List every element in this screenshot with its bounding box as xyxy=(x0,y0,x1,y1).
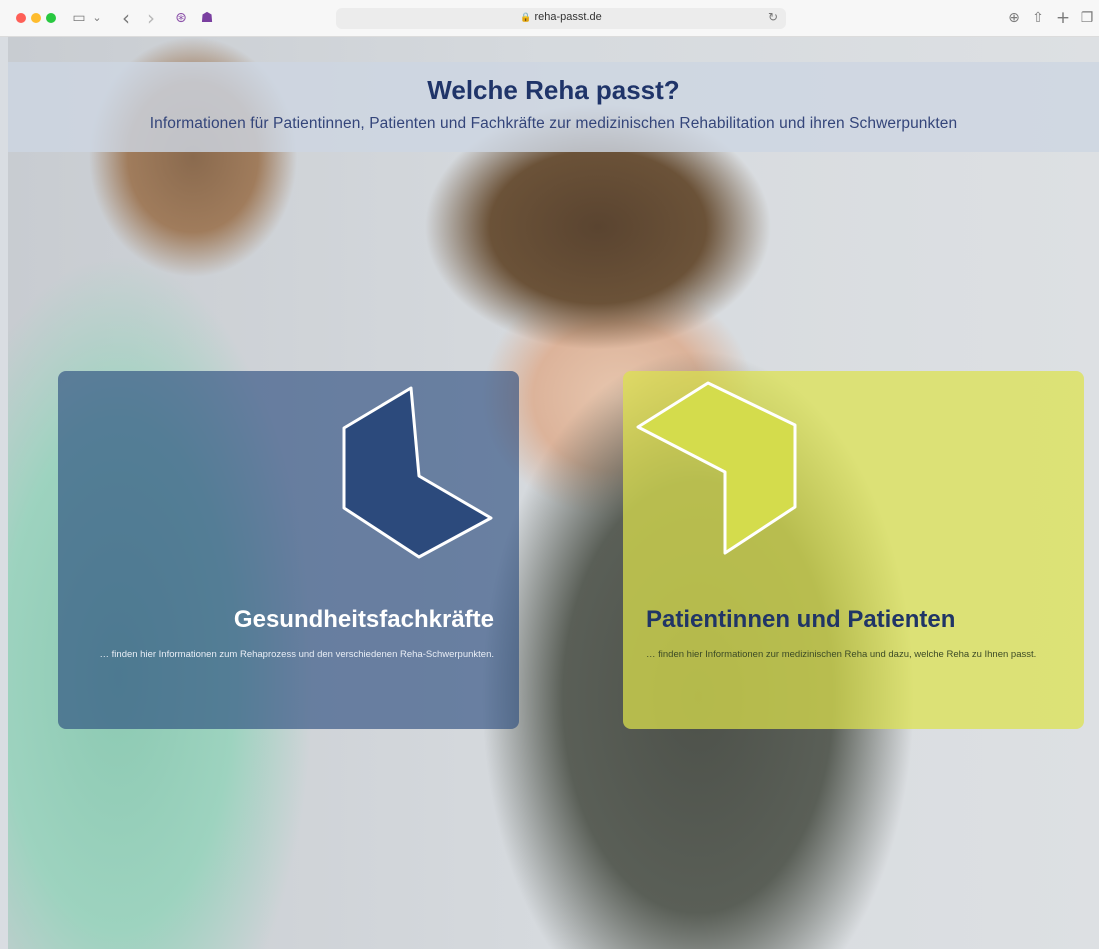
share-icon[interactable]: ⇧ xyxy=(1030,9,1046,27)
address-bar[interactable]: 🔒 reha-passt.de ↻ xyxy=(336,8,786,29)
header-banner: Welche Reha passt? Informationen für Pat… xyxy=(8,62,1099,152)
logo-yellow-icon xyxy=(636,381,797,555)
browser-toolbar: ▭ ⌄ ‹ › ⊛ ☗ 🔒 reha-passt.de ↻ ⊕ ⇧ + ❐ xyxy=(0,0,1099,37)
back-icon[interactable]: ‹ xyxy=(119,8,133,28)
minimize-window-button[interactable] xyxy=(31,13,41,23)
forward-icon[interactable]: › xyxy=(144,8,158,28)
page-content: Welche Reha passt? Informationen für Pat… xyxy=(8,37,1099,949)
url-text: reha-passt.de xyxy=(534,11,602,23)
zoom-window-button[interactable] xyxy=(46,13,56,23)
sidebar-icon[interactable]: ▭ xyxy=(70,9,88,27)
card-title-patients: Patientinnen und Patienten xyxy=(646,606,956,633)
extension-icon[interactable]: ⊛ xyxy=(172,9,190,27)
card-desc-patients: … finden hier Informationen zur medizini… xyxy=(646,649,1037,660)
new-tab-icon[interactable]: + xyxy=(1055,9,1071,27)
card-patients[interactable]: Patientinnen und Patienten … finden hier… xyxy=(623,371,1084,729)
card-professionals[interactable]: Gesundheitsfachkräfte … finden hier Info… xyxy=(58,371,519,729)
lock-icon: 🔒 xyxy=(520,12,532,22)
page-subtitle: Informationen für Patientinnen, Patiente… xyxy=(149,115,958,132)
page-title: Welche Reha passt? xyxy=(427,75,680,105)
download-icon[interactable]: ⊕ xyxy=(1006,9,1022,27)
tab-overview-icon[interactable]: ❐ xyxy=(1078,9,1096,27)
profile-extension-icon[interactable]: ☗ xyxy=(198,9,216,27)
card-desc-professionals: … finden hier Informationen zum Rehaproz… xyxy=(99,649,494,660)
reload-icon[interactable]: ↻ xyxy=(768,10,778,24)
chevron-down-icon[interactable]: ⌄ xyxy=(92,9,102,27)
card-title-professionals: Gesundheitsfachkräfte xyxy=(233,606,494,633)
logo-blue-icon xyxy=(342,386,493,559)
close-window-button[interactable] xyxy=(16,13,26,23)
